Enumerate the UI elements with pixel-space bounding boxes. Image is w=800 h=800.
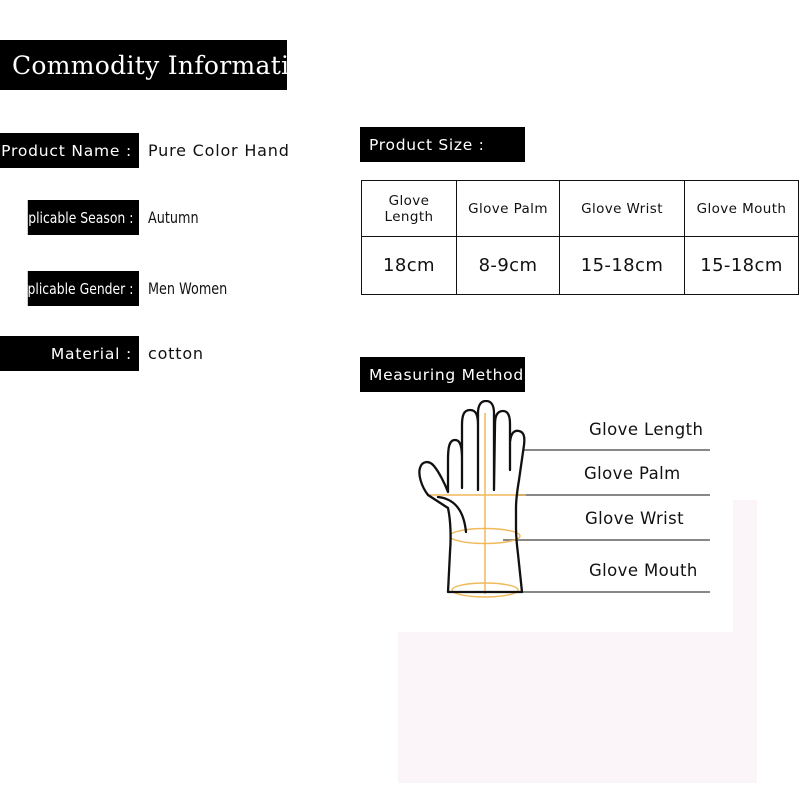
table-header-cell: Glove Length: [361, 180, 457, 237]
info-row-material: Material : cotton: [0, 336, 204, 371]
measure-label-glove-palm: Glove Palm: [584, 464, 681, 483]
table-cell: 15-18cm: [559, 236, 685, 295]
table-cell: 15-18cm: [684, 236, 799, 295]
measure-label-glove-mouth: Glove Mouth: [589, 561, 698, 580]
info-row-applicable-season: Applicable Season : Autumn: [0, 200, 211, 235]
decorative-panel-bottom: [398, 632, 755, 783]
product-info-page: Commodity Information Product Name : Pur…: [0, 0, 800, 800]
info-label-material: Material :: [0, 336, 139, 371]
info-label-product-name: Product Name :: [0, 133, 139, 168]
table-header-row: Glove Length Glove Palm Glove Wrist Glov…: [361, 180, 799, 237]
table-cell: 18cm: [361, 236, 457, 295]
info-row-product-name: Product Name : Pure Color Hand: [0, 133, 290, 168]
table-row: 18cm 8-9cm 15-18cm 15-18cm: [361, 236, 799, 295]
section-heading-measuring-method: Measuring Method :: [360, 357, 535, 392]
page-title: Commodity Information: [12, 50, 322, 80]
hand-outline: [418, 400, 526, 594]
table-header-cell: Glove Palm: [456, 180, 560, 237]
product-size-table: Glove Length Glove Palm Glove Wrist Glov…: [361, 180, 799, 295]
info-value-applicable-gender: Men Women: [148, 279, 228, 298]
info-value-applicable-season: Autumn: [148, 208, 199, 227]
info-row-applicable-gender: Applicable Gender : Men Women: [0, 271, 247, 306]
table-header-cell: Glove Mouth: [684, 180, 799, 237]
page-title-banner: Commodity Information: [0, 40, 321, 90]
measure-label-glove-length: Glove Length: [589, 420, 704, 439]
measure-label-glove-wrist: Glove Wrist: [585, 509, 685, 528]
table-cell: 8-9cm: [456, 236, 560, 295]
info-label-applicable-season: Applicable Season :: [12, 200, 139, 235]
info-value-material: cotton: [148, 344, 204, 363]
table-header-cell: Glove Wrist: [559, 180, 685, 237]
info-label-applicable-gender: Applicable Gender :: [11, 271, 139, 306]
info-value-product-name: Pure Color Hand: [148, 141, 290, 160]
section-heading-product-size: Product Size :: [360, 127, 525, 162]
